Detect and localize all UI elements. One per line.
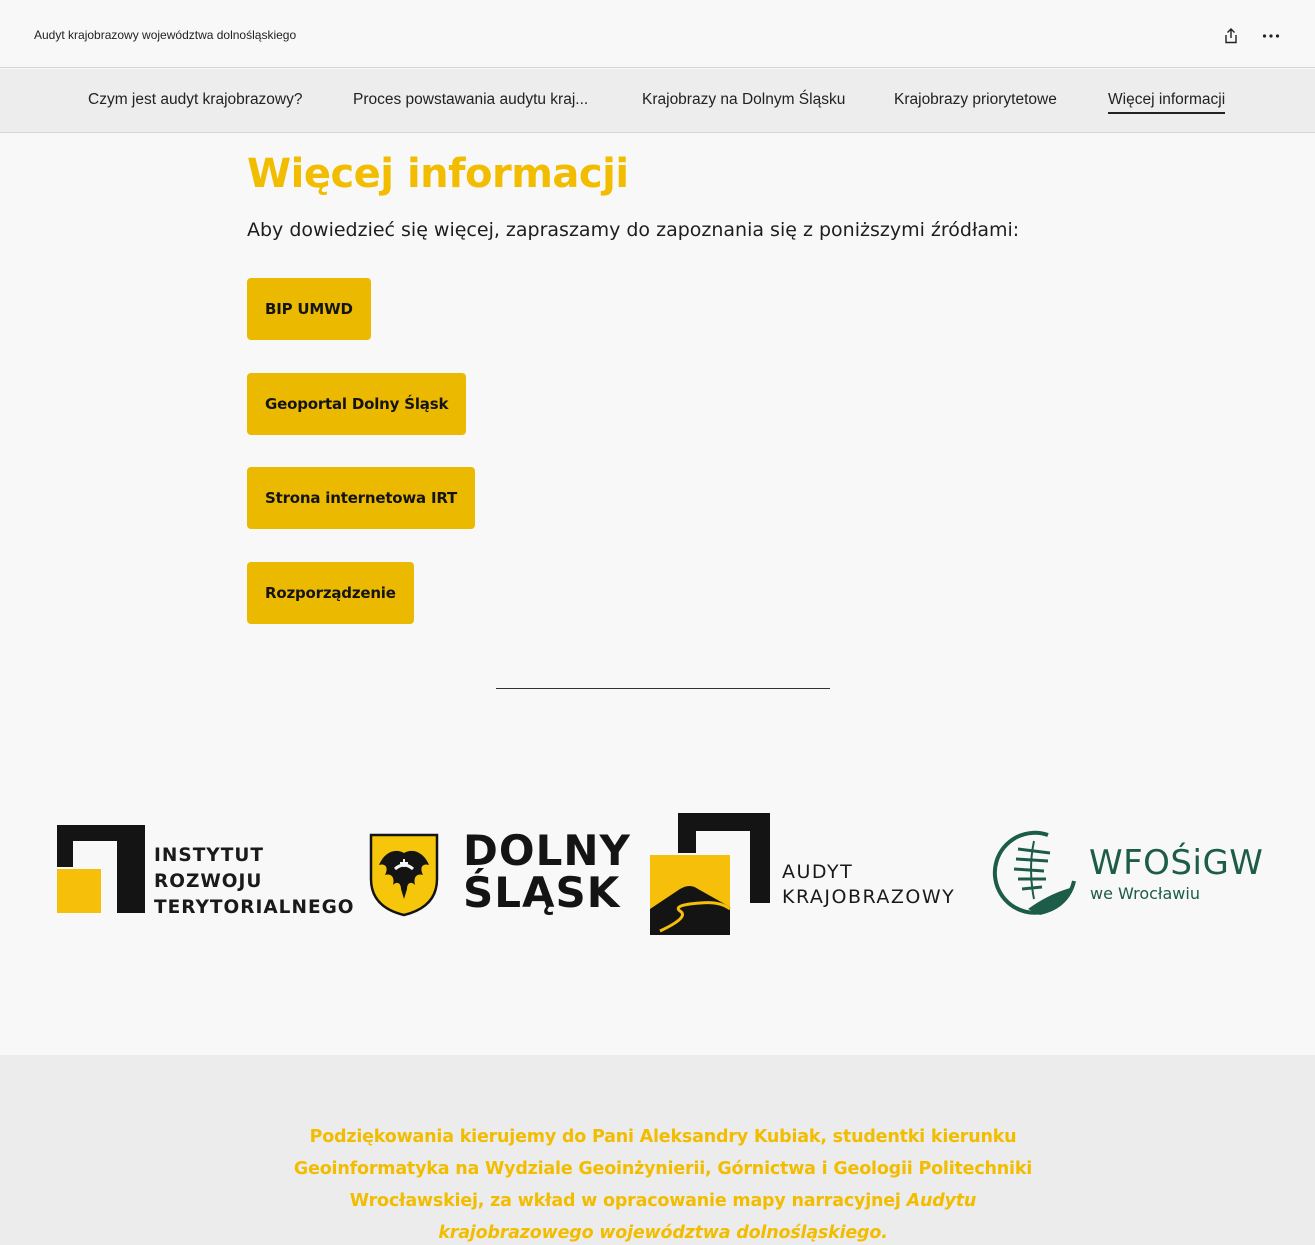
nav-item-wiecej-informacji[interactable]: Więcej informacji: [1108, 91, 1226, 114]
more-options-icon[interactable]: [1259, 26, 1283, 46]
irt-logo-text: INSTYTUT ROZWOJU TERYTORIALNEGO: [154, 845, 355, 918]
section-divider: [496, 688, 830, 689]
partner-logos: INSTYTUT ROZWOJU TERYTORIALNEGO DOLNY ŚL…: [0, 805, 1315, 945]
page-title: Więcej informacji: [247, 151, 629, 197]
app-title: Audyt krajobrazowy województwa dolnośląs…: [34, 28, 297, 42]
nav-item-krajobrazy[interactable]: Krajobrazy na Dolnym Śląsku: [642, 91, 845, 109]
nav-item-priorytetowe[interactable]: Krajobrazy priorytetowe: [894, 91, 1057, 109]
coat-of-arms-icon: [369, 833, 439, 917]
dolny-slask-logo: DOLNY ŚLĄSK: [463, 826, 631, 917]
wfosigw-logo-subtitle: we Wrocławiu: [1090, 884, 1200, 903]
share-icon[interactable]: [1221, 26, 1241, 46]
wfosigw-logo-name: WFOŚiGW: [1089, 843, 1264, 883]
audyt-krajobrazowy-logo-text: AUDYT KRAJOBRAZOWY: [782, 861, 956, 908]
audyt-krajobrazowy-logo-icon: [650, 813, 770, 935]
wfosigw-logo-icon: [992, 830, 1076, 915]
nav-item-proces[interactable]: Proces powstawania audytu kraj...: [353, 91, 588, 109]
irt-logo-icon: [57, 825, 145, 913]
nav-item-czym-jest[interactable]: Czym jest audyt krajobrazowy?: [88, 91, 303, 109]
irt-website-button[interactable]: Strona internetowa IRT: [247, 467, 476, 529]
section-nav: Czym jest audyt krajobrazowy? Proces pow…: [0, 69, 1315, 133]
footer: Podziękowania kierujemy do Pani Aleksand…: [0, 1055, 1315, 1245]
app-header: Audyt krajobrazowy województwa dolnośląs…: [0, 0, 1315, 68]
bip-umwd-button[interactable]: BIP UMWD: [247, 278, 371, 340]
acknowledgement-text: Podziękowania kierujemy do Pani Aleksand…: [270, 1121, 1056, 1245]
geoportal-button[interactable]: Geoportal Dolny Śląsk: [247, 373, 467, 435]
intro-text: Aby dowiedzieć się więcej, zapraszamy do…: [247, 219, 1020, 241]
rozporzadzenie-button[interactable]: Rozporządzenie: [247, 562, 414, 624]
